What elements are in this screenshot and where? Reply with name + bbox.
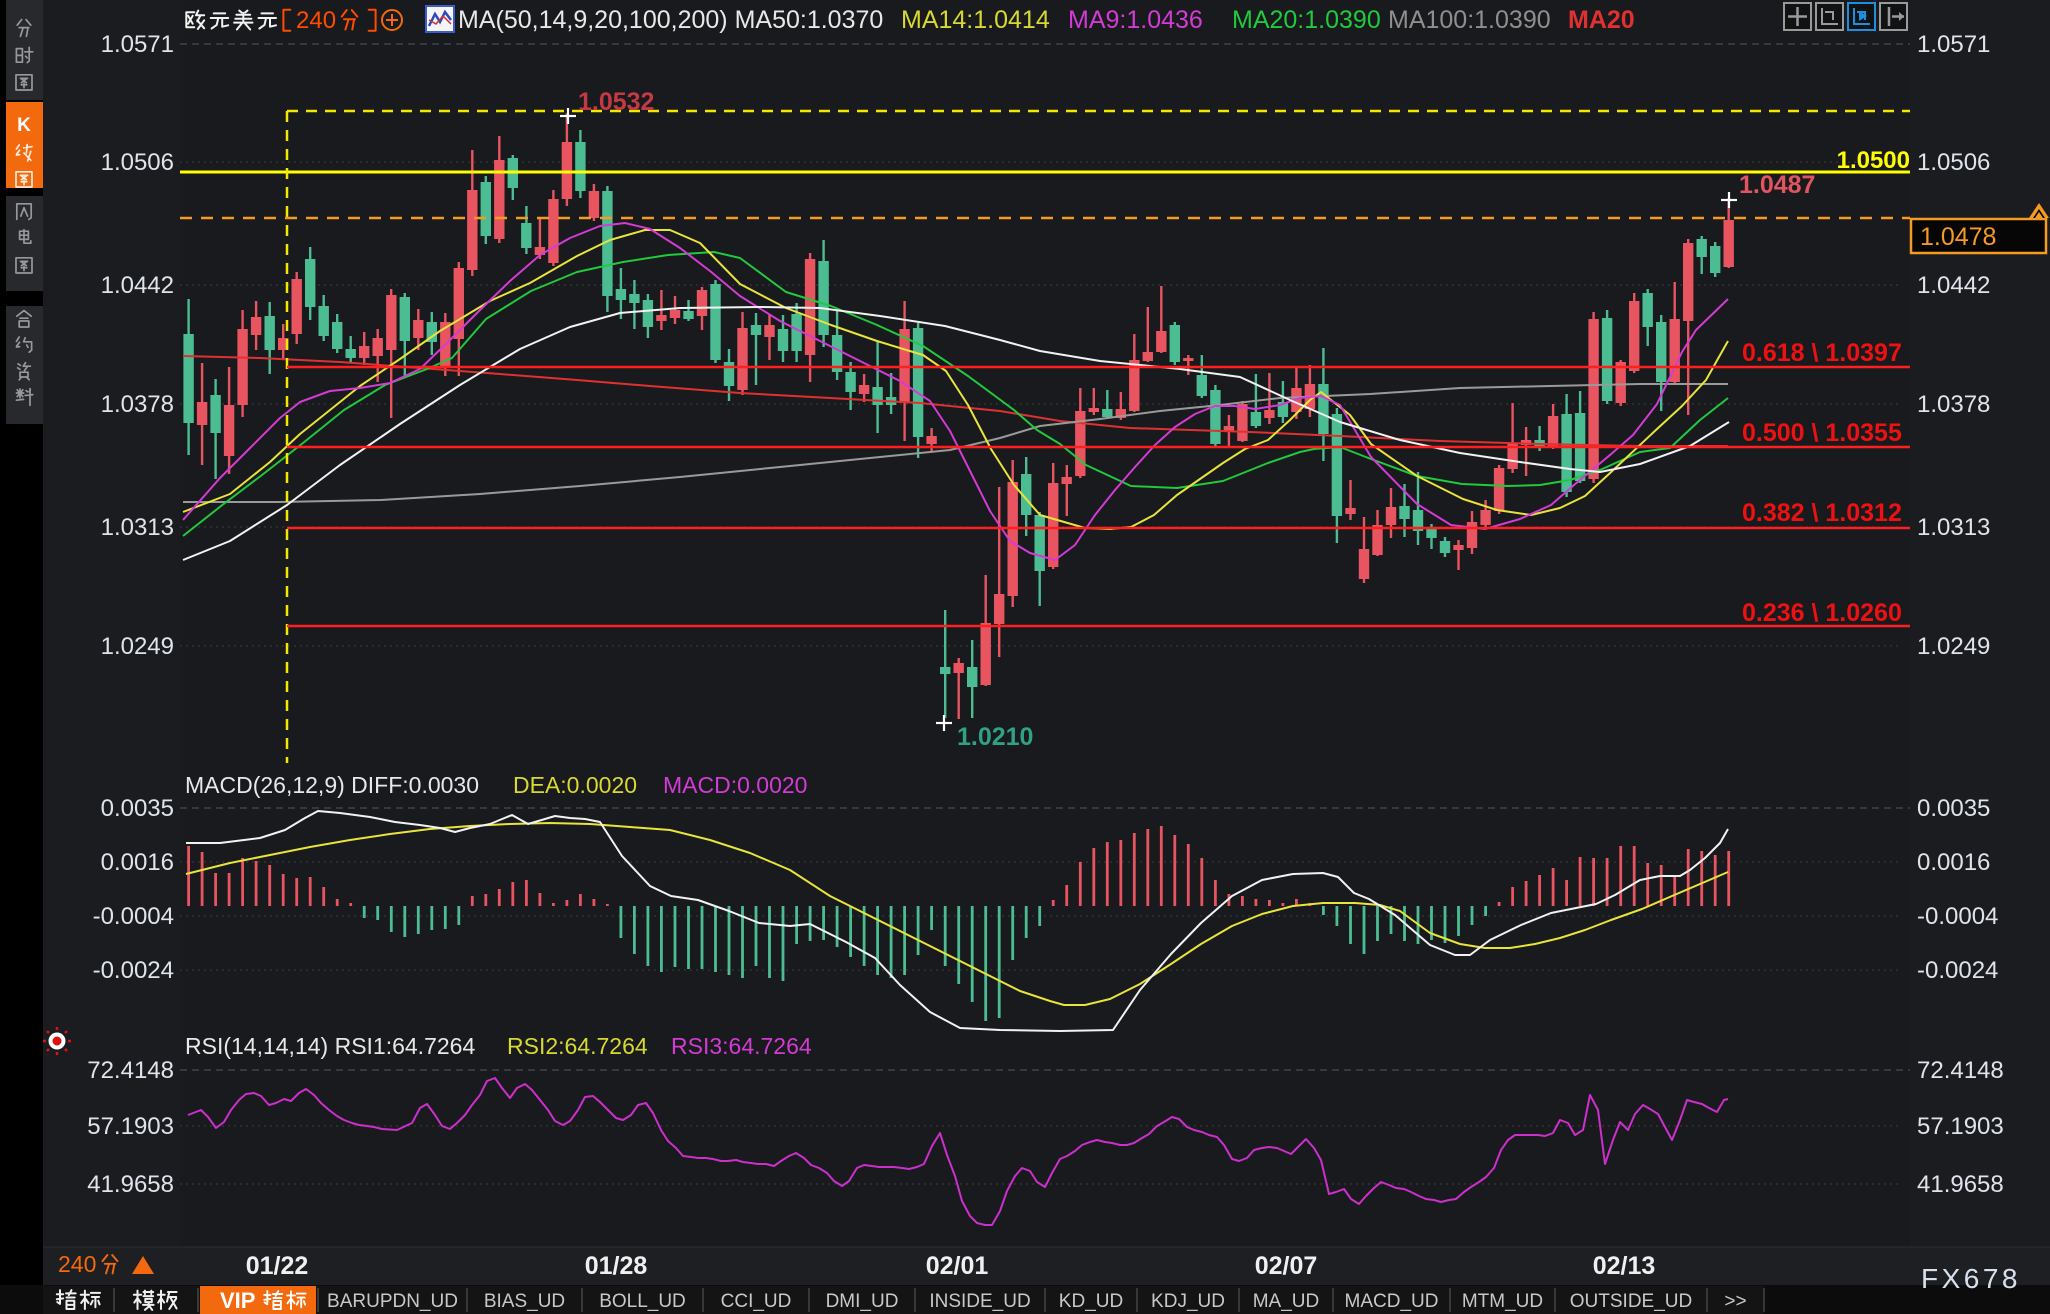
svg-text:KD_UD: KD_UD [1059,1291,1123,1312]
svg-text:72.4148: 72.4148 [1917,1057,2004,1084]
svg-text:-0.0024: -0.0024 [1917,957,1998,984]
svg-text:0.0035: 0.0035 [101,795,174,822]
svg-text:1.0249: 1.0249 [101,633,174,660]
svg-text:CCI_UD: CCI_UD [721,1291,792,1312]
svg-text:0.0016: 0.0016 [101,849,174,876]
svg-text:02/01: 02/01 [926,1252,989,1280]
svg-text:MACD(26,12,9) DIFF:0.0030: MACD(26,12,9) DIFF:0.0030 [185,772,479,798]
svg-text:MA14:1.0414: MA14:1.0414 [901,6,1050,34]
svg-text:VIP: VIP [220,1288,255,1313]
svg-text:MACD:0.0020: MACD:0.0020 [663,772,807,798]
svg-text:01/28: 01/28 [585,1252,648,1280]
svg-text:MACD_UD: MACD_UD [1345,1291,1439,1312]
svg-text:MA(50,14,9,20,100,200) MA50:1.: MA(50,14,9,20,100,200) MA50:1.0370 [458,6,883,34]
svg-text:1.0442: 1.0442 [101,272,174,299]
svg-text:1.0478: 1.0478 [1920,223,1996,251]
svg-text:OUTSIDE_UD: OUTSIDE_UD [1570,1291,1692,1312]
svg-text:1.0313: 1.0313 [101,514,174,541]
svg-text:-0.0004: -0.0004 [93,903,174,930]
svg-text:1.0210: 1.0210 [957,723,1033,751]
svg-text:1.0442: 1.0442 [1917,272,1990,299]
svg-text:0.236 \ 1.0260: 0.236 \ 1.0260 [1742,599,1902,627]
svg-text:01/22: 01/22 [246,1252,309,1280]
svg-text:1.0532: 1.0532 [578,88,654,116]
svg-text:240: 240 [296,7,336,34]
svg-text:-0.0024: -0.0024 [93,957,174,984]
svg-text:MA20: MA20 [1568,6,1635,34]
svg-text:57.1903: 57.1903 [87,1113,174,1140]
svg-text:BOLL_UD: BOLL_UD [599,1291,686,1312]
svg-text:INSIDE_UD: INSIDE_UD [929,1291,1030,1312]
svg-text:MA_UD: MA_UD [1253,1291,1320,1312]
svg-text:DEA:0.0020: DEA:0.0020 [513,772,637,798]
svg-text:72.4148: 72.4148 [87,1057,174,1084]
svg-text:1.0500: 1.0500 [1837,147,1910,174]
svg-text:57.1903: 57.1903 [1917,1113,2004,1140]
svg-text:240: 240 [58,1251,96,1277]
svg-text:1.0506: 1.0506 [101,149,174,176]
svg-text:1.0378: 1.0378 [1917,391,1990,418]
svg-text:1.0378: 1.0378 [101,391,174,418]
svg-text:0.500 \ 1.0355: 0.500 \ 1.0355 [1742,419,1902,447]
svg-text:RSI3:64.7264: RSI3:64.7264 [671,1033,812,1059]
svg-text:MA100:1.0390: MA100:1.0390 [1388,6,1551,34]
svg-text:KDJ_UD: KDJ_UD [1151,1291,1225,1312]
svg-text:0.0016: 0.0016 [1917,849,1990,876]
svg-text:MTM_UD: MTM_UD [1462,1291,1543,1312]
svg-text:1.0506: 1.0506 [1917,149,1990,176]
svg-text:1.0571: 1.0571 [1917,31,1990,58]
svg-text:RSI(14,14,14) RSI1:64.7264: RSI(14,14,14) RSI1:64.7264 [185,1033,475,1059]
svg-text:MA9:1.0436: MA9:1.0436 [1068,6,1203,34]
svg-text:FX678: FX678 [1921,1263,2021,1294]
svg-text:1.0313: 1.0313 [1917,514,1990,541]
svg-text:RSI2:64.7264: RSI2:64.7264 [507,1033,648,1059]
svg-text:41.9658: 41.9658 [87,1171,174,1198]
svg-text:0.0035: 0.0035 [1917,795,1990,822]
svg-text:DMI_UD: DMI_UD [826,1291,899,1312]
svg-text:-0.0004: -0.0004 [1917,903,1998,930]
svg-text:02/13: 02/13 [1593,1252,1656,1280]
svg-text:>>: >> [1724,1291,1746,1312]
svg-text:0.618 \ 1.0397: 0.618 \ 1.0397 [1742,339,1902,367]
svg-text:K: K [17,115,31,136]
svg-text:02/07: 02/07 [1255,1252,1318,1280]
svg-text:1.0487: 1.0487 [1739,171,1815,199]
svg-text:MA20:1.0390: MA20:1.0390 [1232,6,1381,34]
svg-text:0.382 \ 1.0312: 0.382 \ 1.0312 [1742,499,1902,527]
svg-text:BIAS_UD: BIAS_UD [484,1291,565,1312]
svg-text:BARUPDN_UD: BARUPDN_UD [327,1291,458,1312]
svg-text:1.0249: 1.0249 [1917,633,1990,660]
svg-text:1.0571: 1.0571 [101,31,174,58]
svg-text:41.9658: 41.9658 [1917,1171,2004,1198]
